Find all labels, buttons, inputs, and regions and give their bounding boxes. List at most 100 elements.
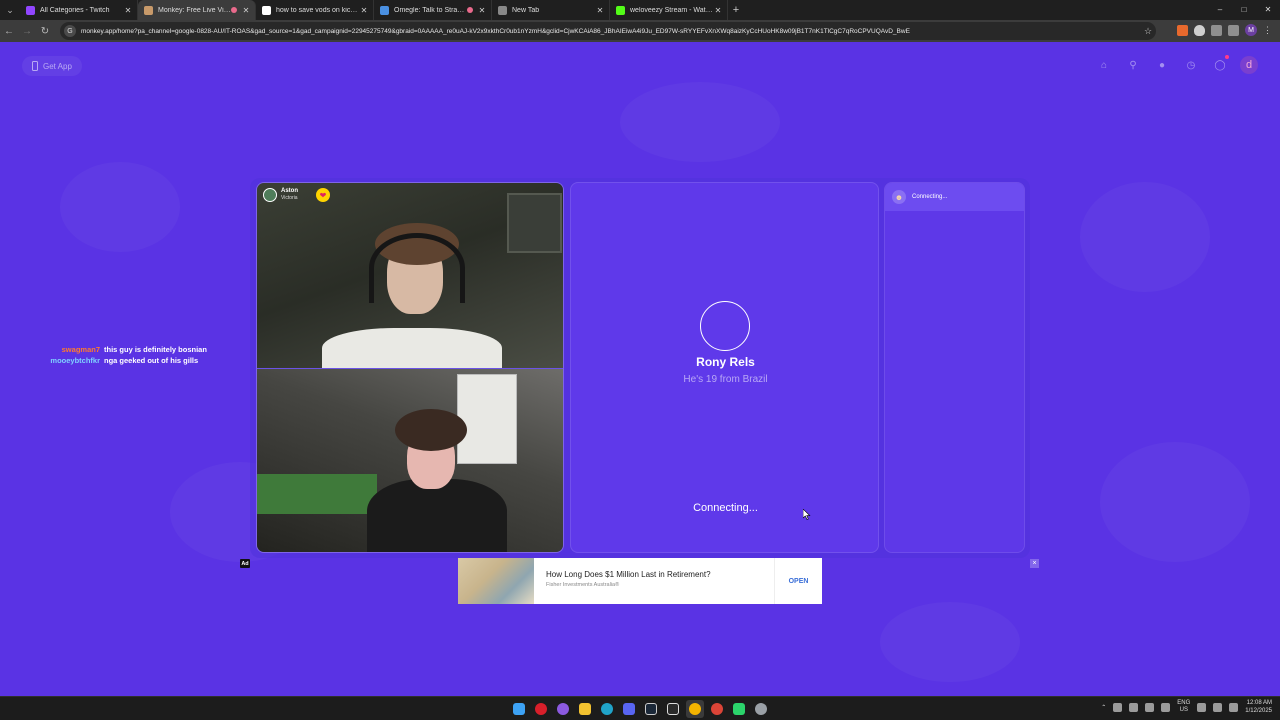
- caller-avatar[interactable]: [263, 188, 277, 202]
- epic-games-icon[interactable]: [664, 700, 682, 718]
- ad-open-button[interactable]: OPEN: [774, 558, 822, 604]
- steam-icon[interactable]: [642, 700, 660, 718]
- address-bar[interactable]: G monkey.app/home?pa_channel=google-0828…: [60, 22, 1156, 40]
- chat-icon[interactable]: ◯: [1211, 55, 1229, 74]
- ad-banner[interactable]: How Long Does $1 Million Last in Retirem…: [458, 558, 822, 604]
- taskbar-apps: [510, 700, 770, 718]
- recording-indicator-icon: [467, 7, 473, 13]
- chat-username: swagman7: [61, 345, 100, 354]
- url-text[interactable]: monkey.app/home?pa_channel=google-0828-A…: [81, 28, 1140, 35]
- chat-status: Connecting...: [912, 194, 948, 200]
- battery-icon[interactable]: [1229, 702, 1239, 712]
- match-subtitle: He's 19 from Brazil: [683, 374, 768, 385]
- video-person-hair: [395, 409, 467, 451]
- close-tab-icon[interactable]: ✕: [241, 6, 251, 15]
- search-icon[interactable]: ⚲: [1124, 56, 1142, 74]
- browser-tab[interactable]: Omegle: Talk to Strangers - ✕: [374, 0, 492, 20]
- video-person-hoodie: [367, 479, 507, 552]
- volume-icon[interactable]: [1213, 702, 1223, 712]
- mouse-cursor-icon: [803, 509, 811, 520]
- tab-title: Omegle: Talk to Strangers -: [394, 6, 467, 14]
- chat-message: nga geeked out of his gills: [104, 356, 199, 365]
- video-headset: [369, 233, 465, 303]
- close-tab-icon[interactable]: ✕: [123, 6, 133, 15]
- chat-panel: ☻ Connecting...: [884, 182, 1025, 553]
- close-window-icon[interactable]: ✕: [1256, 0, 1280, 20]
- browser-tab[interactable]: how to save vods on kick - Goo✕: [256, 0, 374, 20]
- tab-search-icon[interactable]: ⌄: [0, 0, 20, 20]
- file-explorer-icon[interactable]: [576, 700, 594, 718]
- globe-icon[interactable]: ●: [1153, 56, 1171, 74]
- browser-tab[interactable]: New Tab ✕: [492, 0, 610, 20]
- chat-line: swagman7 this guy is definitely bosnian: [40, 344, 207, 355]
- profile-avatar[interactable]: M: [1245, 24, 1257, 36]
- forward-icon[interactable]: →: [18, 26, 36, 37]
- chrome-alt-icon[interactable]: [708, 700, 726, 718]
- browser-tab[interactable]: Monkey: Free Live Video Ch ✕: [138, 0, 256, 20]
- ad-badge: Ad: [240, 559, 250, 568]
- app-icon[interactable]: [730, 700, 748, 718]
- system-tray: ⌃ ENG US 12:08 AM 1/12/2025: [1101, 699, 1272, 715]
- puzzle-icon[interactable]: [1211, 24, 1222, 36]
- chat-header: ☻ Connecting...: [885, 183, 1024, 211]
- new-tab-button[interactable]: +: [728, 4, 744, 16]
- browser-toolbar: ← → ↻ G monkey.app/home?pa_channel=googl…: [0, 20, 1280, 42]
- tab-favicon-icon: [262, 5, 271, 15]
- start-icon[interactable]: [510, 700, 528, 718]
- browser-tab[interactable]: weloveezy Stream - Watch Li ✕: [610, 0, 728, 20]
- browser-tabstrip: ⌄ All Categories - Twitch ✕ Monkey: Free L…: [0, 0, 1280, 20]
- clock[interactable]: 12:08 AM 1/12/2025: [1245, 699, 1272, 715]
- ad-image[interactable]: [458, 558, 534, 604]
- tab-favicon-icon: [144, 5, 153, 15]
- discord-icon[interactable]: [620, 700, 638, 718]
- chevron-up-icon[interactable]: ⌃: [1101, 704, 1106, 711]
- browser-tab[interactable]: All Categories - Twitch ✕: [20, 0, 138, 20]
- media-icon[interactable]: [1228, 24, 1239, 36]
- windows-taskbar: ⌃ ENG US 12:08 AM 1/12/2025: [0, 696, 1280, 720]
- opera-icon[interactable]: [532, 700, 550, 718]
- tab-title: weloveezy Stream - Watch Li: [630, 6, 713, 14]
- close-tab-icon[interactable]: ✕: [713, 6, 723, 15]
- video-background-bed: [257, 474, 377, 514]
- back-icon[interactable]: ←: [0, 26, 18, 37]
- match-avatar-placeholder: [700, 301, 750, 351]
- phone-icon: [32, 61, 38, 71]
- menu-icon[interactable]: ⋮: [1263, 25, 1272, 36]
- tab-favicon-icon: [26, 5, 35, 15]
- get-app-label: Get App: [43, 61, 72, 71]
- site-info-icon[interactable]: G: [64, 25, 76, 37]
- chrome-icon[interactable]: [686, 700, 704, 718]
- settings-icon[interactable]: [752, 700, 770, 718]
- stream-chat-overlay: swagman7 this guy is definitely bosnian …: [40, 344, 207, 366]
- wifi-icon[interactable]: [1197, 702, 1207, 712]
- house-icon[interactable]: ⌂: [1095, 56, 1113, 74]
- clock-icon[interactable]: ◷: [1182, 56, 1200, 74]
- ad-source: Fisher Investments Australia®: [546, 582, 620, 588]
- close-tab-icon[interactable]: ✕: [477, 6, 487, 15]
- copilot-icon[interactable]: [554, 700, 572, 718]
- get-app-button[interactable]: Get App: [22, 56, 82, 76]
- maximize-icon[interactable]: □: [1232, 0, 1256, 20]
- reload-icon[interactable]: ↻: [36, 26, 54, 37]
- match-panel: Rony Rels He's 19 from Brazil Connecting…: [570, 182, 879, 553]
- extension-icon[interactable]: [1177, 24, 1188, 36]
- cloud-icon[interactable]: [1129, 702, 1139, 712]
- bookmark-star-icon[interactable]: ☆: [1140, 26, 1156, 37]
- connection-status: Connecting...: [693, 502, 758, 514]
- close-tab-icon[interactable]: ✕: [595, 6, 605, 15]
- microphone-icon[interactable]: [1161, 702, 1171, 712]
- tab-title: how to save vods on kick - Goo: [276, 6, 359, 14]
- edge-icon[interactable]: [598, 700, 616, 718]
- heart-icon[interactable]: ❤: [316, 188, 330, 202]
- chat-message: this guy is definitely bosnian: [104, 345, 207, 354]
- background-blob: [60, 162, 180, 252]
- user-avatar[interactable]: d: [1240, 56, 1258, 74]
- location-icon[interactable]: [1145, 702, 1155, 712]
- language-indicator[interactable]: ENG US: [1177, 700, 1190, 714]
- close-tab-icon[interactable]: ✕: [359, 6, 369, 15]
- ad-title[interactable]: How Long Does $1 Million Last in Retirem…: [546, 570, 774, 579]
- ad-close-icon[interactable]: ×: [1030, 559, 1039, 568]
- shield-extension-icon[interactable]: [1194, 24, 1205, 36]
- minimize-icon[interactable]: –: [1208, 0, 1232, 20]
- tray-app-icon[interactable]: [1113, 702, 1123, 712]
